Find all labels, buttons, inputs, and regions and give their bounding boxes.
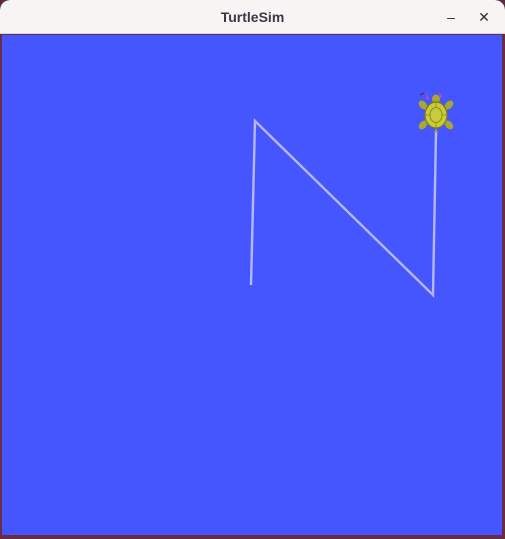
window-title: TurtleSim <box>220 9 285 25</box>
close-button[interactable]: ✕ <box>472 5 496 29</box>
turtlesim-window: TurtleSim – ✕ <box>0 0 505 539</box>
title-bar[interactable]: TurtleSim – ✕ <box>0 0 505 34</box>
close-icon: ✕ <box>478 9 490 25</box>
minimize-icon: – <box>447 9 455 25</box>
minimize-button[interactable]: – <box>439 5 463 29</box>
turtle-canvas <box>2 35 502 535</box>
canvas-svg <box>2 35 502 535</box>
